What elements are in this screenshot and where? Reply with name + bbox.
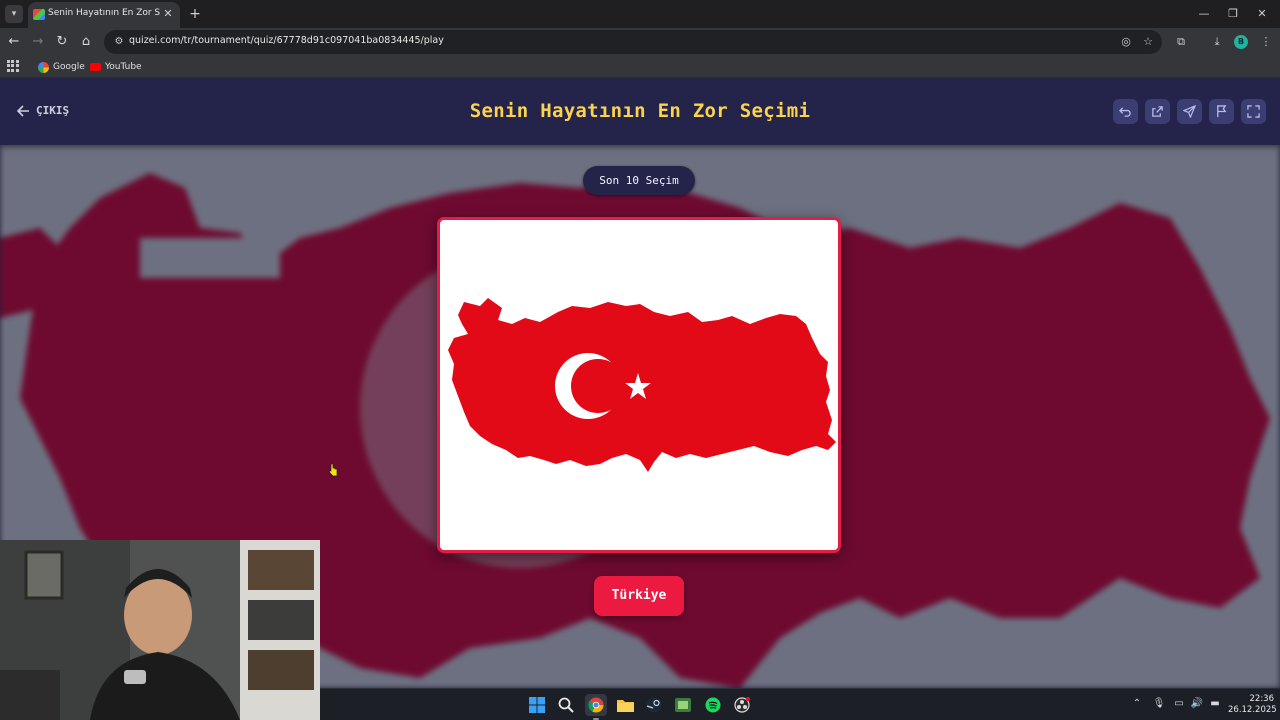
menu-kebab-icon[interactable]: ⋮ [1257, 33, 1275, 51]
file-explorer-icon[interactable] [614, 694, 636, 716]
cursor-hand-icon [328, 463, 338, 477]
share-button[interactable] [1145, 99, 1170, 124]
forward-icon[interactable]: → [28, 32, 48, 52]
page-title: Senin Hayatının En Zor Seçimi [469, 100, 811, 122]
flag-button[interactable] [1209, 99, 1234, 124]
window-close-icon[interactable]: ✕ [1252, 4, 1272, 24]
fullscreen-button[interactable] [1241, 99, 1266, 124]
extensions-icon[interactable]: ⧉ [1172, 33, 1190, 51]
site-settings-icon[interactable]: ⚙ [112, 35, 126, 49]
address-bar[interactable]: ⚙ quizei.com/tr/tournament/quiz/67778d91… [104, 30, 1162, 54]
battery-icon[interactable]: ▬ [1208, 698, 1222, 709]
profile-avatar[interactable]: B [1234, 35, 1248, 49]
app-icon[interactable] [672, 694, 694, 716]
taskbar: ⌃ 🎙 ▭ 🔊 ▬ 22:36 26.12.2025 [320, 688, 1280, 720]
bookmarks-bar: Google YouTube [0, 56, 1280, 78]
home-icon[interactable]: ⌂ [76, 32, 96, 52]
steam-icon[interactable] [643, 694, 665, 716]
browser-tab[interactable]: Senin Hayatının En Zor Seçimi ✕ [28, 2, 180, 28]
chrome-icon[interactable] [585, 694, 607, 720]
tray-chevron-icon[interactable]: ⌃ [1130, 698, 1144, 709]
spotify-icon[interactable] [702, 694, 724, 716]
eye-slash-icon[interactable]: ◎ [1118, 34, 1134, 50]
volume-icon[interactable]: 🔊 [1190, 698, 1204, 709]
clock-time: 22:36 [1249, 694, 1275, 704]
google-icon [38, 61, 49, 73]
undo-button[interactable] [1113, 99, 1138, 124]
minimize-icon[interactable]: — [1194, 4, 1214, 24]
fullscreen-icon [1247, 105, 1260, 118]
tab-favicon-icon [33, 9, 45, 20]
webcam-overlay [0, 540, 320, 720]
back-icon[interactable]: ← [4, 32, 24, 52]
send-button[interactable] [1177, 99, 1202, 124]
tab-close-icon[interactable]: ✕ [160, 6, 176, 22]
turkey-flag-map-image [448, 298, 836, 472]
choice-button[interactable]: Türkiye [594, 576, 684, 616]
restore-icon[interactable]: ❐ [1223, 4, 1243, 24]
microphone-icon[interactable]: 🎙 [1152, 698, 1166, 709]
browser-toolbar: ← → ↻ ⌂ ⚙ quizei.com/tr/tournament/quiz/… [0, 28, 1280, 56]
network-icon[interactable]: ▭ [1172, 698, 1186, 709]
url-text: quizei.com/tr/tournament/quiz/67778d91c0… [129, 35, 444, 46]
windows-start-icon[interactable] [526, 694, 548, 716]
bookmark-label: YouTube [105, 62, 142, 72]
new-tab-icon[interactable]: + [186, 5, 204, 23]
bookmark-youtube[interactable]: YouTube [90, 59, 142, 75]
youtube-icon [90, 63, 101, 71]
apps-grid-icon[interactable] [7, 60, 19, 72]
round-indicator: Son 10 Seçim [583, 166, 695, 195]
clock-date: 26.12.2025 [1228, 705, 1277, 715]
tab-title: Senin Hayatının En Zor Seçimi [48, 8, 160, 18]
flag-icon [1217, 105, 1227, 118]
send-icon [1183, 105, 1196, 118]
choice-card[interactable] [437, 217, 841, 553]
obs-icon[interactable] [731, 694, 753, 716]
tab-strip: ▾ Senin Hayatının En Zor Seçimi ✕ + — ❐ … [0, 0, 1280, 28]
search-icon[interactable] [555, 694, 577, 716]
quiz-header: ÇIKIŞ Senin Hayatının En Zor Seçimi [0, 78, 1280, 145]
reload-icon[interactable]: ↻ [52, 32, 72, 52]
tab-search-icon[interactable]: ▾ [5, 5, 23, 23]
undo-icon [1119, 107, 1131, 117]
share-icon [1152, 106, 1163, 117]
taskbar-clock[interactable]: 22:36 26.12.2025 [1228, 694, 1277, 716]
bookmark-google[interactable]: Google [38, 59, 85, 75]
bookmark-star-icon[interactable]: ☆ [1140, 34, 1156, 50]
bookmark-label: Google [53, 62, 85, 72]
downloads-icon[interactable]: ⤓ [1208, 33, 1226, 51]
